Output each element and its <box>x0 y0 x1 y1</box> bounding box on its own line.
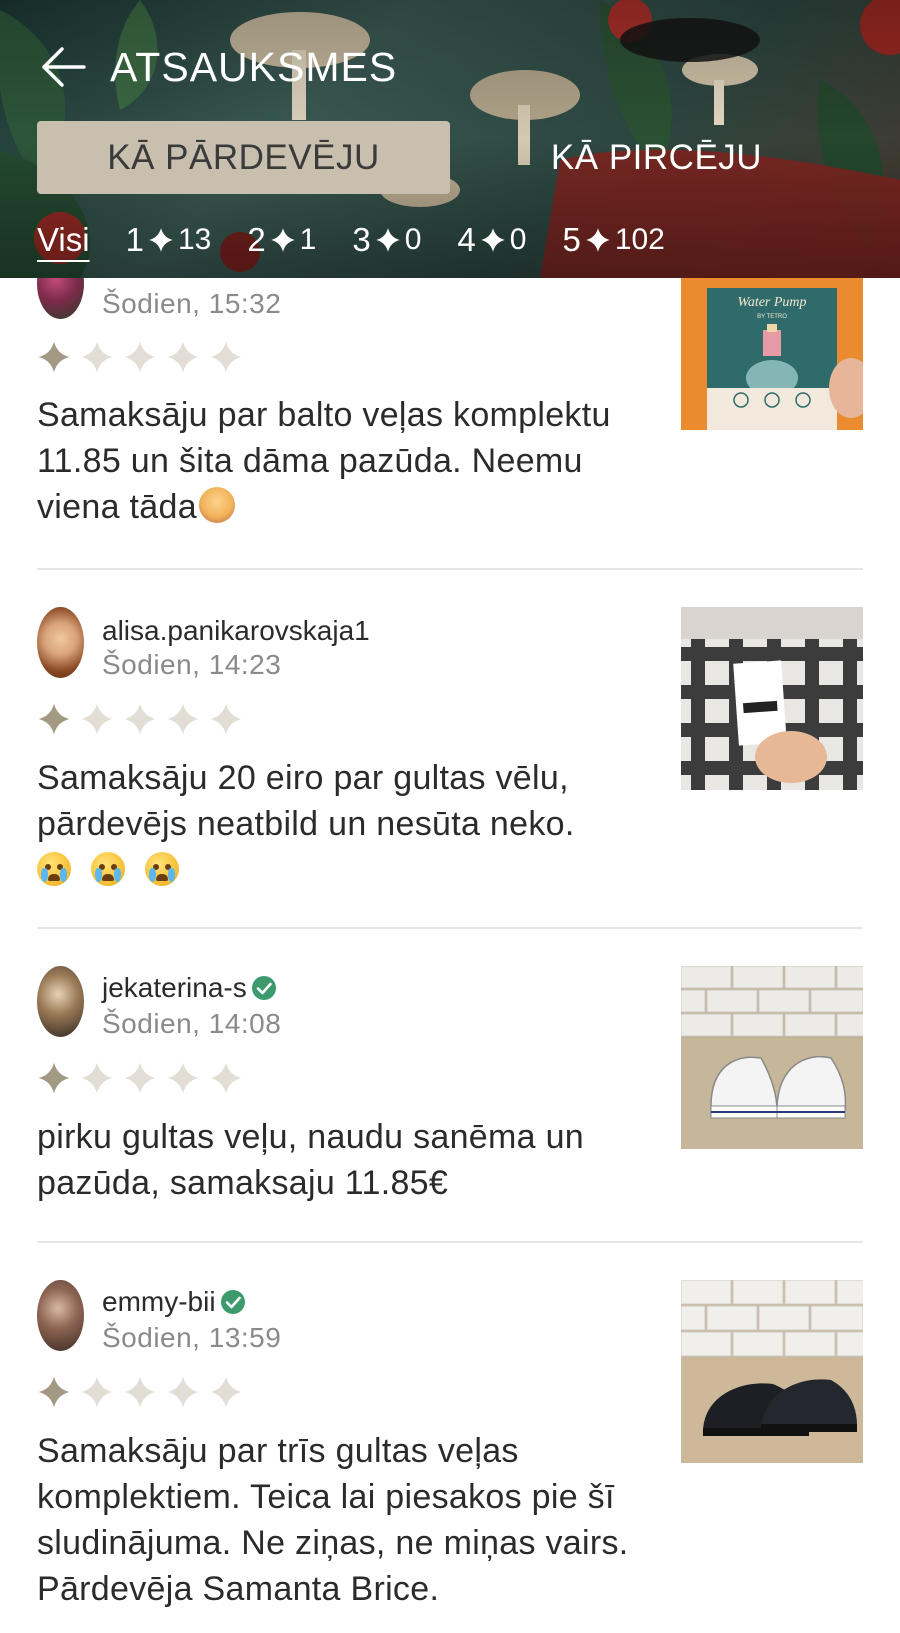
review-item: emmy-bii Šodien, 13:59 Samaksāju par trī… <box>37 1280 863 1630</box>
star-empty-icon <box>81 1062 113 1094</box>
arrow-left-icon <box>42 47 86 87</box>
facepalm-emoji <box>198 487 235 523</box>
crying-emoji <box>90 852 125 886</box>
avatar[interactable] <box>37 1280 84 1351</box>
star-filled-icon <box>38 703 70 735</box>
review-photo[interactable] <box>681 1280 863 1463</box>
star-filled-icon <box>38 341 70 373</box>
star-empty-icon <box>210 1062 242 1094</box>
plaid-fabric-tag-image <box>681 607 863 790</box>
review-text-body: Samaksāju 20 eiro par gultas vēlu, pārde… <box>37 759 575 843</box>
review-username-text: emmy-bii <box>102 1286 216 1317</box>
review-photo[interactable] <box>681 607 863 790</box>
filter-count: 1 <box>299 223 317 256</box>
filter-1-star[interactable]: 1 13 <box>126 221 212 259</box>
star-filled-icon <box>38 1376 70 1408</box>
star-empty-icon <box>124 1376 156 1408</box>
photo-label: Water Pump <box>737 295 806 310</box>
profile-header: ATSAUKSMES KĀ PĀRDEVĒJU KĀ PIRCĒJU Visi … <box>0 0 900 278</box>
star-icon <box>149 228 173 252</box>
star-empty-icon <box>167 341 199 373</box>
star-empty-icon <box>124 703 156 735</box>
filter-count: 0 <box>509 223 527 256</box>
filter-2-star[interactable]: 2 1 <box>247 221 316 259</box>
filter-star-value: 5 <box>562 221 581 258</box>
star-empty-icon <box>81 1376 113 1408</box>
divider <box>37 927 863 929</box>
avatar[interactable] <box>37 966 84 1037</box>
star-empty-icon <box>210 1376 242 1408</box>
star-empty-icon <box>124 1062 156 1094</box>
filter-5-star[interactable]: 5 102 <box>562 221 664 259</box>
water-pump-box-image: Water Pump BY TETRO <box>681 278 863 430</box>
review-photo[interactable] <box>681 966 863 1149</box>
star-filled-icon <box>38 1062 70 1094</box>
star-empty-icon <box>81 703 113 735</box>
tab-as-seller[interactable]: KĀ PĀRDEVĒJU <box>37 121 450 194</box>
star-empty-icon <box>167 703 199 735</box>
back-button[interactable] <box>38 42 88 92</box>
filter-star-value: 2 <box>247 221 266 258</box>
star-icon <box>270 228 295 252</box>
review-item: alisa.panikarovskaja1 Šodien, 14:23 Sama… <box>37 607 863 907</box>
page-title: ATSAUKSMES <box>110 44 398 90</box>
filter-star-value: 1 <box>125 221 144 258</box>
review-text: Samaksāju par trīs gultas veļas komplekt… <box>37 1432 629 1608</box>
filter-all[interactable]: Visi <box>37 221 90 259</box>
star-icon <box>376 228 400 252</box>
filter-count: 0 <box>404 223 422 256</box>
filter-count: 13 <box>177 223 212 256</box>
rating-stars <box>37 340 243 374</box>
white-sneakers-image <box>681 966 863 1149</box>
rating-stars <box>37 702 243 736</box>
filter-4-star[interactable]: 4 0 <box>457 221 526 259</box>
review-item: jekaterina-s Šodien, 14:08 pirku gultas … <box>37 966 863 1226</box>
review-username[interactable]: emmy-bii <box>102 1286 246 1318</box>
review-username-text: jekaterina-s <box>102 972 247 1003</box>
crying-emoji <box>37 852 71 886</box>
review-photo[interactable]: Water Pump BY TETRO <box>681 278 863 430</box>
star-empty-icon <box>167 1376 199 1408</box>
divider <box>37 1241 863 1243</box>
rating-stars <box>37 1375 243 1409</box>
avatar[interactable] <box>37 607 84 678</box>
star-icon <box>481 228 505 252</box>
filter-star-value: 4 <box>457 221 476 258</box>
review-username[interactable]: alisa.panikarovskaja1 <box>102 615 370 647</box>
black-sneakers-image <box>681 1280 863 1463</box>
rating-filter-bar: Visi 1 13 2 1 3 0 4 0 5 102 <box>37 215 701 265</box>
review-text: Samaksāju par balto veļas komplektu 11.8… <box>37 392 667 530</box>
filter-star-value: 3 <box>352 221 371 258</box>
review-time: Šodien, 15:32 <box>102 288 282 319</box>
star-empty-icon <box>124 341 156 373</box>
review-time: Šodien, 13:59 <box>102 1322 282 1353</box>
star-empty-icon <box>210 341 242 373</box>
verified-badge-icon <box>251 975 277 1001</box>
divider <box>37 568 863 570</box>
filter-count: 102 <box>614 223 665 256</box>
verified-badge-icon <box>220 1289 246 1315</box>
review-item: Šodien, 15:32 Samaksāju par balto veļas … <box>37 248 863 548</box>
review-time: Šodien, 14:23 <box>102 649 282 680</box>
tab-as-buyer[interactable]: KĀ PIRCĒJU <box>450 121 863 194</box>
photo-sub: BY TETRO <box>757 314 787 320</box>
crying-emoji <box>144 852 179 886</box>
star-empty-icon <box>167 1062 199 1094</box>
rating-stars <box>37 1061 243 1095</box>
star-empty-icon <box>210 703 242 735</box>
review-username[interactable]: jekaterina-s <box>102 972 277 1004</box>
filter-3-star[interactable]: 3 0 <box>352 221 421 259</box>
review-time: Šodien, 14:08 <box>102 1008 282 1039</box>
review-text-body: Samaksāju par balto veļas komplektu 11.8… <box>37 396 611 526</box>
star-icon <box>586 228 610 252</box>
review-text: pirku gultas veļu, naudu sanēma un pazūd… <box>37 1118 584 1202</box>
star-empty-icon <box>81 341 113 373</box>
review-text: Samaksāju 20 eiro par gultas vēlu, pārde… <box>37 755 667 893</box>
